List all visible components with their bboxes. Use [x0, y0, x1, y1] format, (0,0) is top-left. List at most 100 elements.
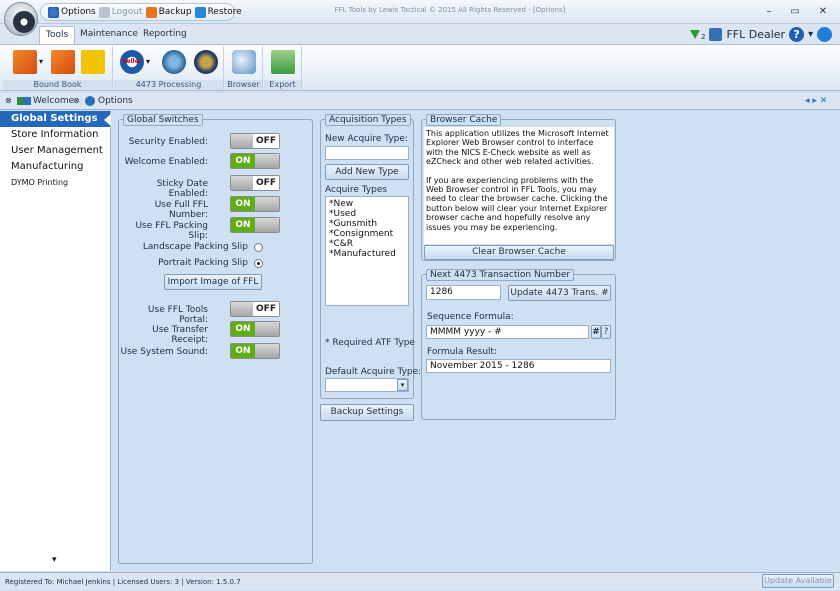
bound-book-edit-icon[interactable]: [51, 50, 75, 74]
nics-icon[interactable]: [162, 50, 186, 74]
filter-icon[interactable]: [690, 29, 700, 39]
tab-options-close-icon[interactable]: ⊗: [73, 96, 80, 105]
nav-user-management[interactable]: User Management: [0, 143, 110, 159]
import-ffl-image-button[interactable]: Import Image of FFL: [164, 274, 262, 290]
nav-global-settings[interactable]: Global Settings: [0, 111, 110, 127]
tab-maintenance[interactable]: Maintenance: [74, 26, 144, 44]
list-item[interactable]: *Gunsmith: [329, 219, 408, 229]
transfer-receipt-toggle[interactable]: ON: [230, 321, 280, 337]
chevron-down-icon[interactable]: ▾: [397, 379, 408, 391]
gear-icon: [48, 6, 59, 18]
security-state: OFF: [253, 134, 279, 148]
list-item[interactable]: *New: [329, 199, 408, 209]
packing-slip-label: Use FFL Packing Slip:: [135, 221, 208, 241]
tab-scroll-controls[interactable]: ◂ ▸ ✕: [805, 96, 827, 106]
sequence-formula-input[interactable]: MMMM yyyy - #: [426, 325, 589, 339]
minimize-button[interactable]: –: [758, 4, 780, 20]
update-available-button[interactable]: Update Available: [762, 574, 834, 588]
list-item[interactable]: *Consignment: [329, 229, 408, 239]
bound-book-add-icon[interactable]: [13, 50, 37, 74]
security-toggle[interactable]: OFF: [230, 133, 280, 149]
tab-welcome-close-icon[interactable]: ⊗: [5, 96, 12, 105]
portal-toggle[interactable]: OFF: [230, 301, 280, 317]
welcome-toggle[interactable]: ON: [230, 153, 280, 169]
system-sound-state: ON: [231, 344, 255, 358]
insert-hash-button[interactable]: #: [591, 325, 601, 339]
tab-tools[interactable]: Tools: [39, 26, 76, 44]
options-nav: Global Settings Store Information User M…: [0, 111, 111, 571]
user-name[interactable]: FFL Dealer: [726, 28, 785, 41]
close-button[interactable]: ✕: [812, 4, 834, 20]
registration-info: Registered To: Michael Jenkins | License…: [5, 578, 241, 586]
transfer-receipt-state: ON: [231, 322, 255, 336]
backup-settings-button[interactable]: Backup Settings: [320, 404, 414, 421]
list-item[interactable]: *Used: [329, 209, 408, 219]
list-item[interactable]: *C&R: [329, 239, 408, 249]
group-label-export: Export: [264, 80, 301, 90]
acquire-types-label: Acquire Types: [325, 185, 388, 195]
full-ffl-state: ON: [231, 197, 255, 211]
dropdown-arrow-icon[interactable]: ▾: [39, 50, 47, 74]
notification-count: 2: [701, 33, 706, 41]
new-acquire-input[interactable]: [325, 146, 409, 160]
tab-welcome[interactable]: Welcome: [33, 96, 74, 106]
logout-icon: [98, 6, 110, 18]
welcome-icon: [17, 97, 31, 105]
logout-button[interactable]: Logout: [98, 6, 143, 18]
update-transaction-button[interactable]: Update 4473 Trans. #: [508, 285, 611, 301]
transaction-number-title: Next 4473 Transaction Number: [426, 269, 575, 281]
restore-icon: [194, 6, 206, 18]
formula-result-field: November 2015 - 1286: [426, 359, 611, 373]
app-menu-orb-icon[interactable]: [4, 2, 38, 36]
sticky-date-toggle[interactable]: OFF: [230, 175, 280, 191]
export-icon[interactable]: [271, 50, 295, 74]
sequence-formula-label: Sequence Formula:: [427, 312, 514, 322]
landscape-label: Landscape Packing Slip: [142, 242, 248, 252]
dropdown-arrow-icon[interactable]: ▾: [146, 50, 154, 74]
clear-browser-cache-button[interactable]: Clear Browser Cache: [424, 245, 614, 260]
backup-button[interactable]: Backup: [145, 6, 192, 18]
user-area: 2 FFL Dealer ? ▾: [690, 25, 833, 43]
forward-icon[interactable]: [817, 26, 833, 42]
atf-seal-icon[interactable]: [194, 50, 218, 74]
global-switches-title: Global Switches: [123, 114, 203, 126]
restore-button[interactable]: Restore: [194, 6, 242, 18]
acquire-types-list[interactable]: *New *Used *Gunsmith *Consignment *C&R *…: [325, 196, 409, 306]
packing-slip-toggle[interactable]: ON: [230, 217, 280, 233]
welcome-state: ON: [231, 154, 255, 168]
formula-help-button[interactable]: ?: [601, 325, 611, 339]
backup-icon: [145, 6, 157, 18]
quick-access-toolbar: Options Logout Backup Restore: [40, 3, 242, 21]
maximize-button[interactable]: ▭: [784, 4, 806, 20]
group-bound-book: ▾ Bound Book: [3, 46, 113, 90]
options-button[interactable]: Options: [48, 6, 96, 18]
group-browser: Browser: [225, 46, 263, 90]
group-label-browser: Browser: [225, 80, 262, 90]
nav-manufacturing[interactable]: Manufacturing: [0, 159, 110, 175]
browser-cache-title: Browser Cache: [426, 114, 502, 126]
packing-slip-state: ON: [231, 218, 255, 232]
system-sound-toggle[interactable]: ON: [230, 343, 280, 359]
help-icon[interactable]: ?: [789, 26, 805, 42]
group-4473-processing: Seller ▾ 4473 Processing: [114, 46, 224, 90]
landscape-radio[interactable]: [254, 243, 263, 252]
add-new-type-button[interactable]: Add New Type: [325, 164, 409, 180]
nav-store-information[interactable]: Store Information: [0, 127, 110, 143]
browser-cache-paragraph-2: If you are experiencing problems with th…: [426, 175, 608, 232]
tab-options[interactable]: Options: [98, 96, 133, 106]
seller-icon[interactable]: Seller: [120, 50, 144, 74]
portrait-radio[interactable]: [254, 259, 263, 268]
tab-reporting[interactable]: Reporting: [137, 26, 193, 44]
full-ffl-toggle[interactable]: ON: [230, 196, 280, 212]
list-item[interactable]: *Manufactured: [329, 249, 408, 259]
acquisition-types-title: Acquisition Types: [325, 114, 411, 126]
help-dropdown-icon[interactable]: ▾: [808, 29, 813, 40]
bound-book-run-icon[interactable]: [81, 50, 105, 74]
document-tab-strip: ⊗ Welcome ⊗ Options ◂ ▸ ✕: [0, 93, 840, 110]
browser-icon[interactable]: [232, 50, 256, 74]
new-acquire-label: New Acquire Type:: [325, 134, 408, 144]
gear-icon: [85, 96, 95, 106]
transaction-number-input[interactable]: 1286: [426, 285, 501, 300]
nav-scroll-down-icon[interactable]: ▾: [52, 555, 57, 565]
nav-dymo-printing[interactable]: DYMO Printing: [0, 175, 110, 191]
